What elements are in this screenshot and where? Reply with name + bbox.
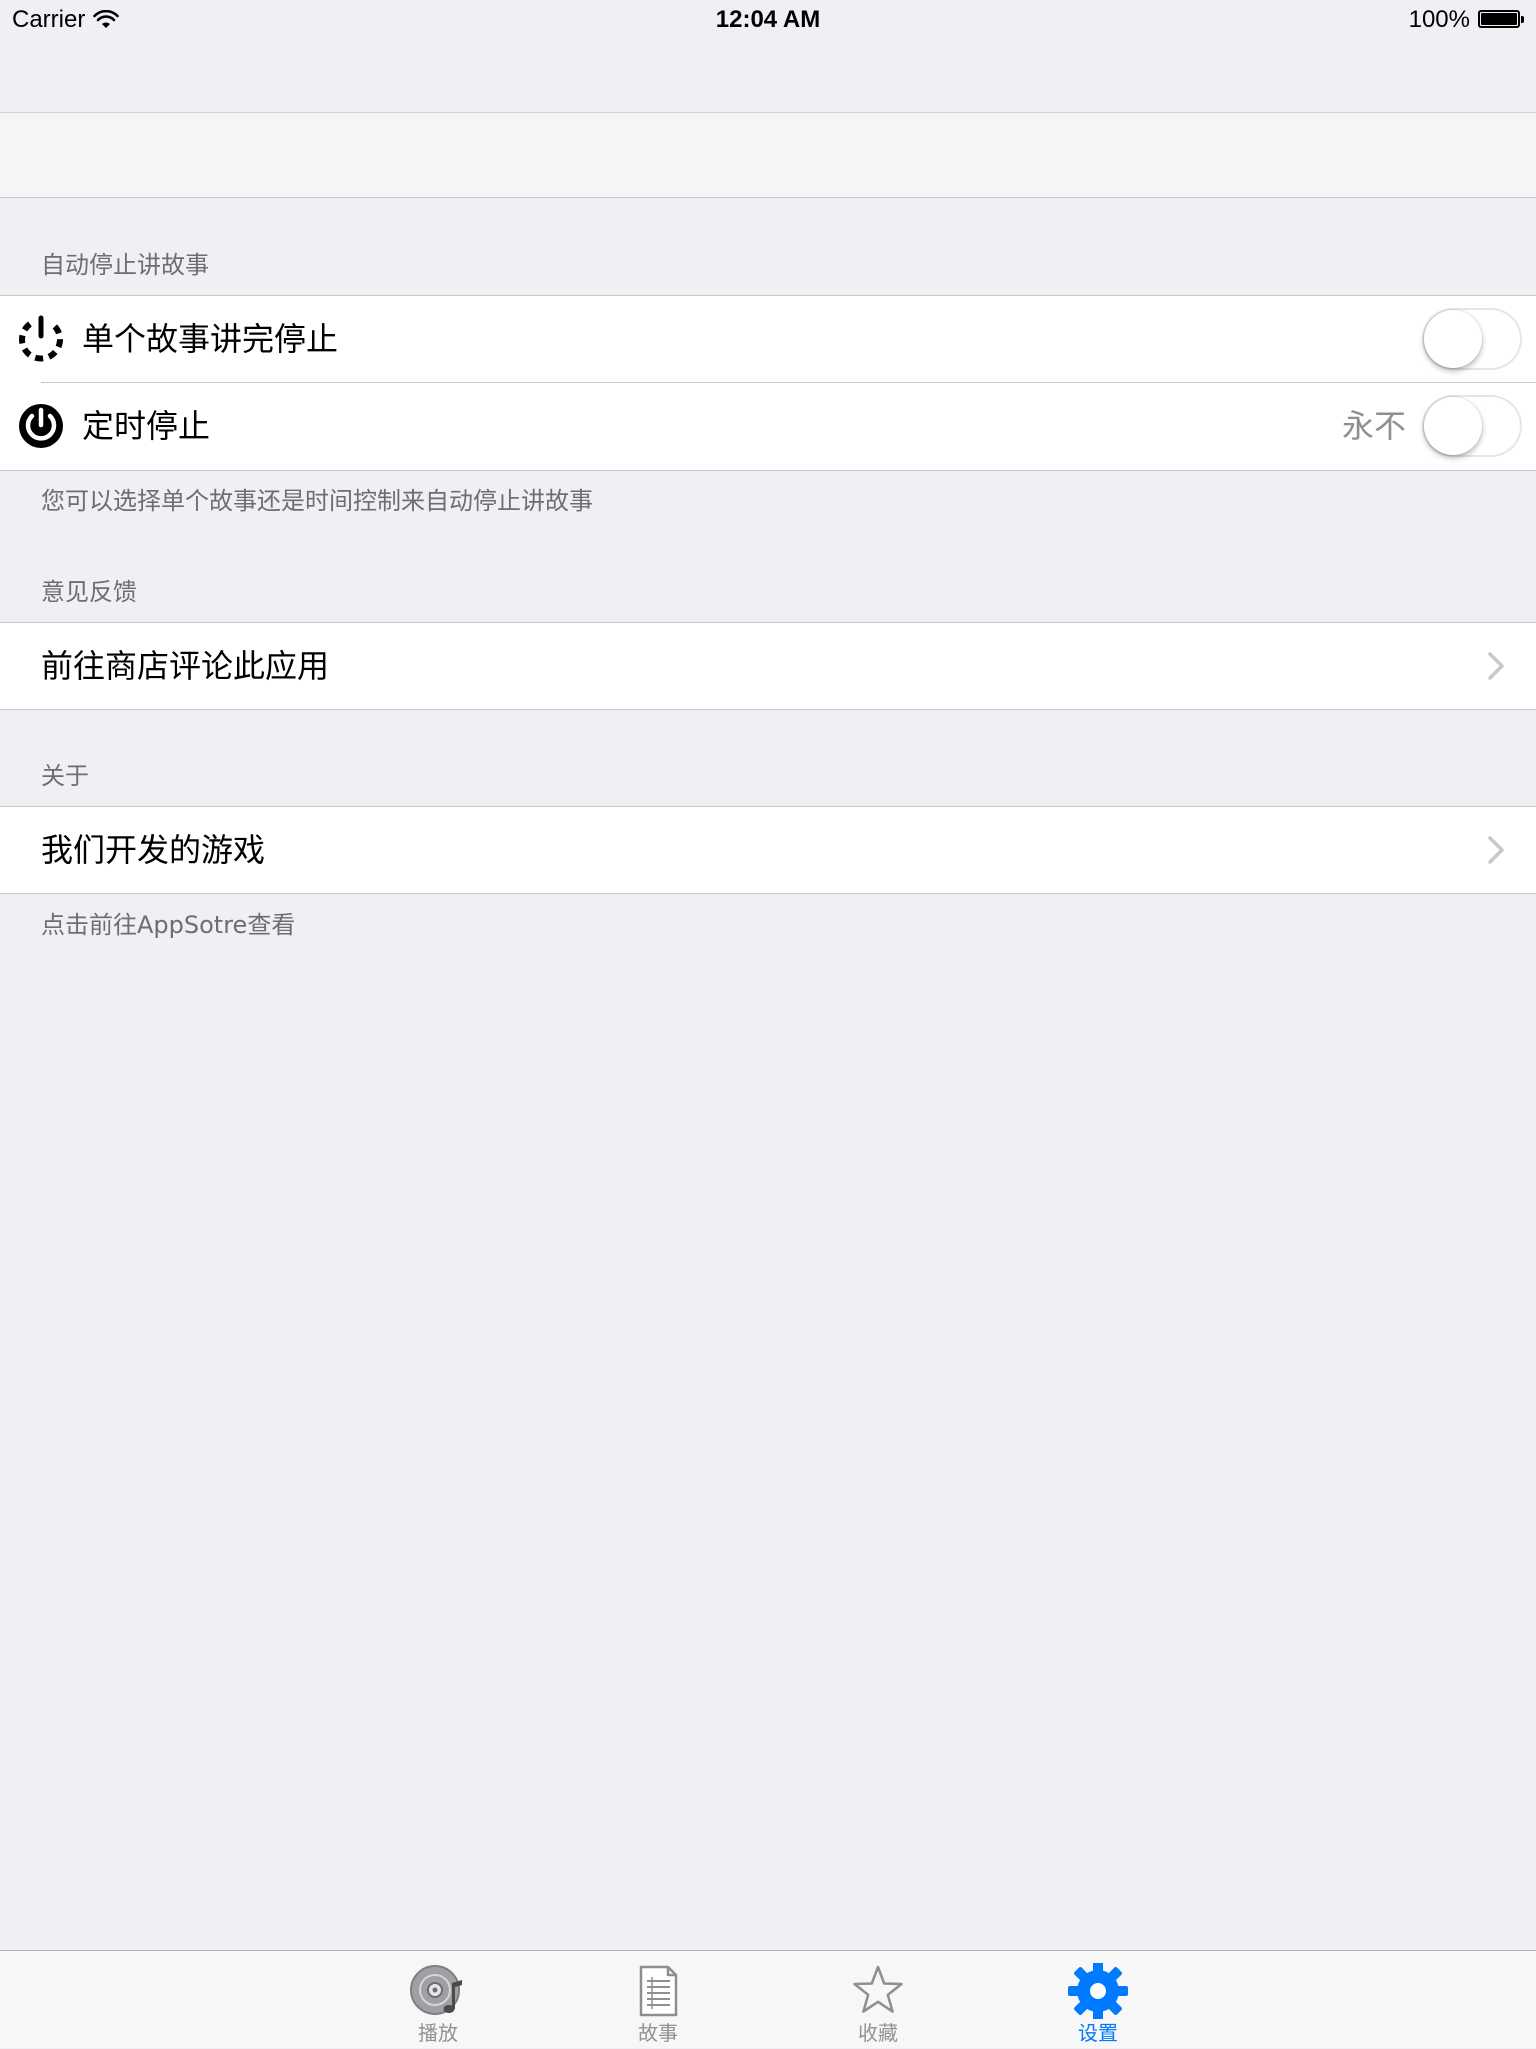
status-bar: Carrier 12:04 AM 100% (0, 0, 1536, 40)
row-single-story-stop: 单个故事讲完停止 (0, 296, 1536, 382)
tab-label: 播放 (418, 2021, 458, 2045)
star-icon (853, 1965, 903, 2013)
section-header-about: 关于 (41, 762, 89, 790)
tab-bar: 播放 故事 收藏 设置 (0, 1950, 1536, 2048)
tab-stories[interactable]: 故事 (598, 1951, 718, 2049)
timed-stop-label: 定时停止 (82, 407, 211, 445)
row-timed-stop: 定时停止 永不 (0, 383, 1536, 469)
group-about: 我们开发的游戏 (0, 806, 1536, 894)
chevron-right-icon (1488, 836, 1504, 864)
section-header-feedback: 意见反馈 (41, 578, 137, 606)
status-time: 12:04 AM (715, 6, 821, 33)
section-footer-auto-stop: 您可以选择单个故事还是时间控制来自动停止讲故事 (41, 487, 593, 515)
switch-knob (1424, 310, 1482, 368)
battery-icon (1478, 10, 1524, 30)
review-app-label: 前往商店评论此应用 (41, 647, 330, 685)
tab-settings[interactable]: 设置 (1038, 1951, 1158, 2049)
switch-knob (1424, 397, 1482, 455)
status-right: 100% (1409, 6, 1524, 34)
section-header-auto-stop: 自动停止讲故事 (41, 251, 209, 279)
group-auto-stop: 单个故事讲完停止 定时停止 永不 (0, 295, 1536, 471)
timed-stop-switch[interactable] (1422, 395, 1522, 457)
navigation-bar (0, 112, 1536, 198)
battery-percent: 100% (1408, 6, 1470, 33)
tab-label: 收藏 (858, 2021, 898, 2045)
gear-icon (1068, 1963, 1128, 2019)
row-review-app[interactable]: 前往商店评论此应用 (0, 623, 1536, 709)
document-icon (639, 1965, 678, 2017)
disc-music-icon (410, 1965, 462, 2015)
our-games-label: 我们开发的游戏 (41, 831, 266, 869)
chevron-right-icon (1488, 652, 1504, 680)
tab-label: 设置 (1078, 2021, 1118, 2045)
tab-play[interactable]: 播放 (378, 1951, 498, 2049)
timed-stop-value: 永不 (1341, 407, 1406, 445)
row-our-games[interactable]: 我们开发的游戏 (0, 807, 1536, 893)
tab-favorites[interactable]: 收藏 (818, 1951, 938, 2049)
section-footer-about: 点击前往AppSotre查看 (41, 911, 296, 939)
group-feedback: 前往商店评论此应用 (0, 622, 1536, 710)
single-story-stop-switch[interactable] (1422, 308, 1522, 370)
single-story-stop-label: 单个故事讲完停止 (82, 320, 339, 358)
power-icon (19, 404, 63, 448)
tab-label: 故事 (638, 2021, 678, 2045)
dashed-power-icon (19, 315, 63, 362)
